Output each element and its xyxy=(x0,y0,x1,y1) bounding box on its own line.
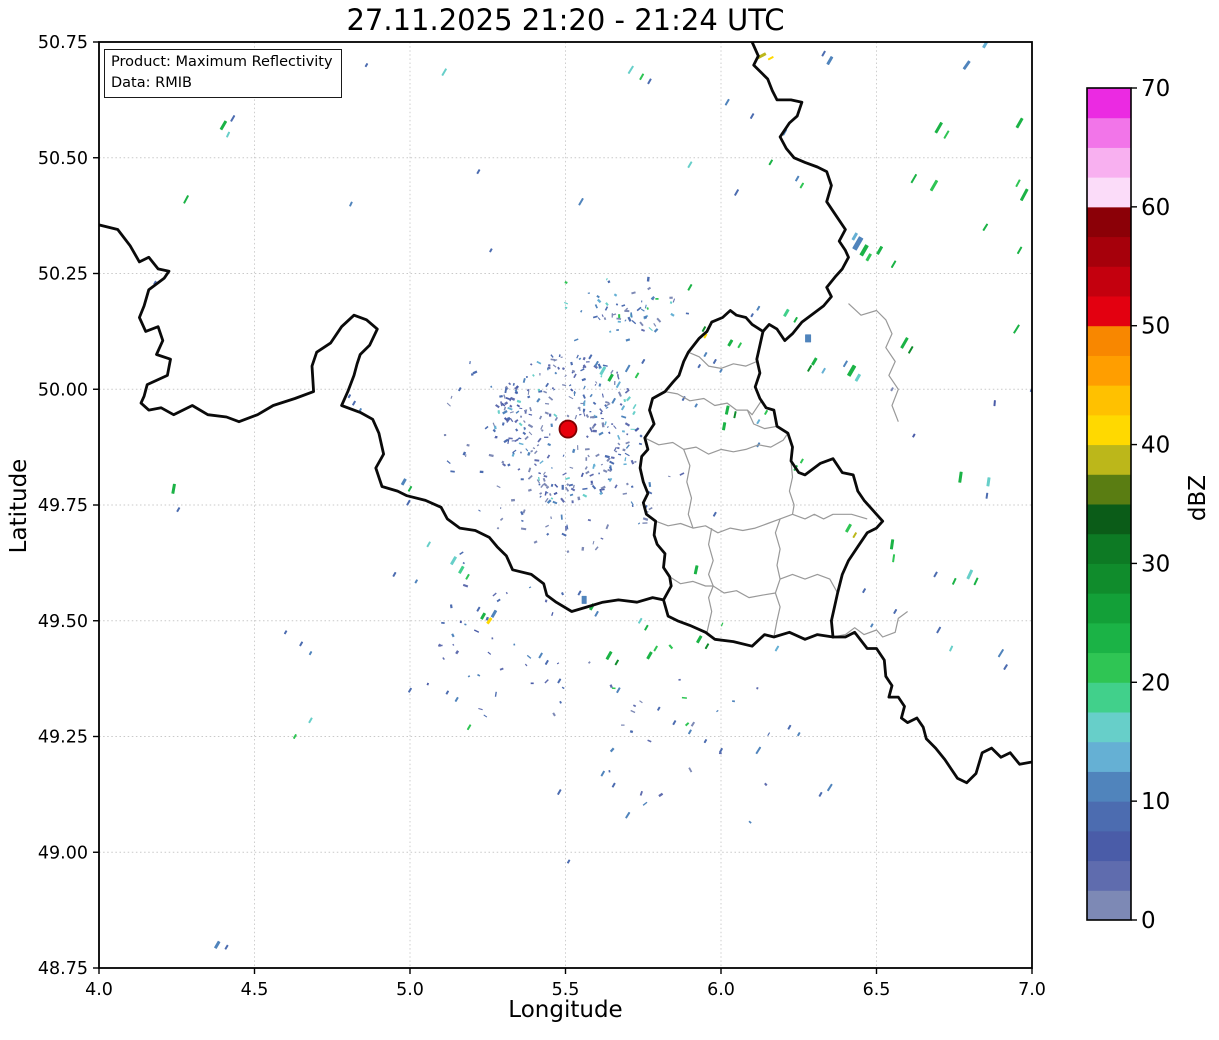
svg-text:49.50: 49.50 xyxy=(38,612,88,632)
x-axis-label: Longitude xyxy=(508,997,623,1023)
radar-figure: 27.11.2025 21:20 - 21:24 UTC 4.0 4.5 5.0 5.… xyxy=(0,0,1219,1040)
product-annotation-box: Product: Maximum Reflectivity Data: RMIB xyxy=(104,49,342,99)
svg-text:50.25: 50.25 xyxy=(38,265,88,285)
radar-echoes xyxy=(153,42,1032,950)
colorbar-label: dBZ xyxy=(1185,474,1211,522)
colorbar xyxy=(1086,87,1132,921)
svg-text:50: 50 xyxy=(1141,314,1170,340)
svg-text:40: 40 xyxy=(1141,433,1170,459)
svg-text:50.75: 50.75 xyxy=(38,33,88,53)
svg-text:48.75: 48.75 xyxy=(38,959,88,979)
svg-text:0: 0 xyxy=(1141,908,1156,934)
map-plot: 4.0 4.5 5.0 5.5 6.0 6.5 7.048.75 49.00 49.25 49.5… xyxy=(38,33,1170,1000)
svg-text:50.50: 50.50 xyxy=(38,149,88,169)
region-borders xyxy=(644,303,908,638)
colorbar-ticks: 0 10 20 30 40 50 60 70 xyxy=(1131,76,1170,934)
svg-text:60: 60 xyxy=(1141,195,1170,221)
svg-text:49.00: 49.00 xyxy=(38,843,88,863)
clutter-echoes xyxy=(426,276,771,824)
y-axis-label: Latitude xyxy=(6,458,32,554)
annotation-data-line: Data: RMIB xyxy=(111,74,192,91)
svg-text:50.00: 50.00 xyxy=(38,380,88,400)
x-axis-ticks: 4.0 4.5 5.0 5.5 6.0 6.5 7.0 xyxy=(85,968,1046,1000)
svg-text:49.75: 49.75 xyxy=(38,496,88,516)
svg-text:49.25: 49.25 xyxy=(38,728,88,748)
svg-text:30: 30 xyxy=(1141,551,1170,577)
radar-site-marker xyxy=(558,419,578,439)
svg-text:20: 20 xyxy=(1141,670,1170,696)
y-axis-ticks: 48.75 49.00 49.25 49.50 49.75 50.00 50.25 50.50… xyxy=(38,33,99,979)
gridlines xyxy=(99,42,1032,968)
annotation-product-line: Product: Maximum Reflectivity xyxy=(111,54,333,70)
svg-text:10: 10 xyxy=(1141,789,1170,815)
svg-text:70: 70 xyxy=(1141,76,1170,102)
